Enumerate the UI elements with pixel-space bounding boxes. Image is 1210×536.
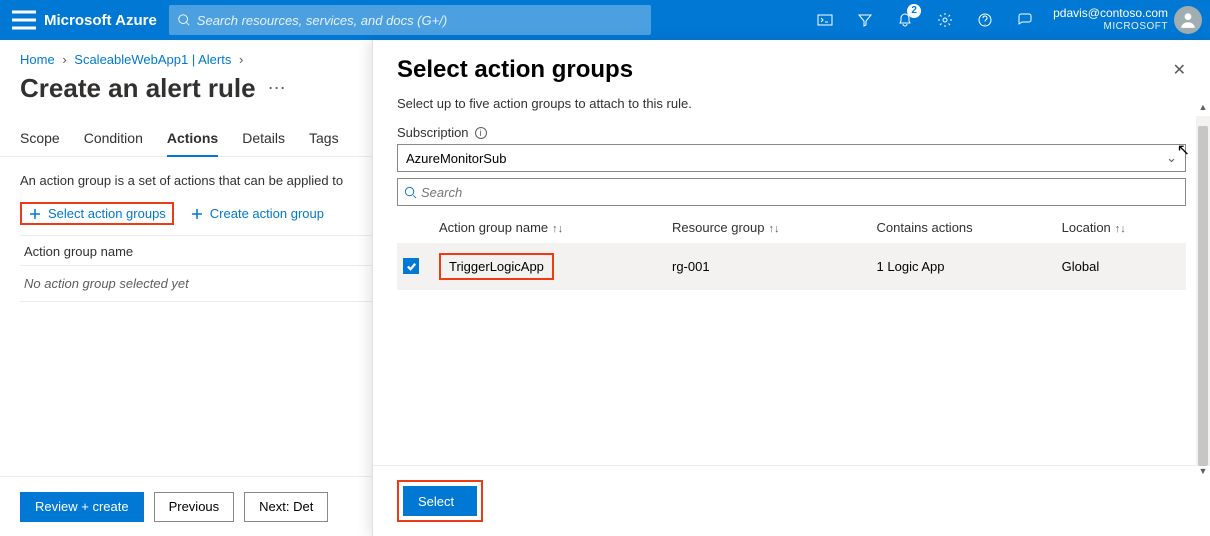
col-rg[interactable]: Resource group↑↓ (666, 212, 871, 243)
col-contains[interactable]: Contains actions (871, 212, 1056, 243)
previous-button[interactable]: Previous (154, 492, 235, 522)
plus-icon (28, 207, 42, 221)
action-group-search[interactable] (397, 178, 1186, 206)
action-groups-table: Action group name↑↓ Resource group↑↓ Con… (397, 212, 1186, 290)
info-icon[interactable]: i (475, 127, 487, 139)
tab-actions[interactable]: Actions (167, 122, 218, 156)
checkbox-checked[interactable] (403, 258, 419, 274)
hamburger-icon[interactable] (8, 4, 40, 36)
resource-group-cell: rg-001 (666, 243, 871, 290)
subscription-select[interactable]: AzureMonitorSub ⌄ (397, 144, 1186, 172)
user-email: pdavis@contoso.com (1053, 6, 1168, 20)
search-icon (177, 13, 191, 27)
select-action-groups-button[interactable]: Select action groups (20, 202, 174, 225)
notifications-icon[interactable]: 2 (885, 0, 925, 40)
location-cell: Global (1056, 243, 1186, 290)
directory-filter-icon[interactable] (845, 0, 885, 40)
tab-details[interactable]: Details (242, 122, 285, 156)
cloud-shell-icon[interactable] (805, 0, 845, 40)
panel-scrollbar[interactable]: ▲ ▼ (1196, 116, 1210, 466)
select-action-groups-panel: Select action groups ✕ Select up to five… (372, 40, 1210, 536)
create-action-group-button[interactable]: Create action group (182, 202, 332, 225)
subscription-value: AzureMonitorSub (406, 151, 506, 166)
action-group-name-cell: TriggerLogicApp (439, 253, 554, 280)
panel-title: Select action groups (397, 56, 1173, 84)
subscription-label: Subscription i (397, 125, 1186, 140)
scroll-down-icon[interactable]: ▼ (1196, 466, 1210, 480)
chevron-right-icon: › (62, 52, 66, 67)
table-row[interactable]: TriggerLogicApp rg-001 1 Logic App Globa… (397, 243, 1186, 290)
avatar[interactable] (1174, 6, 1202, 34)
sort-icon: ↑↓ (1115, 223, 1126, 235)
account-info[interactable]: pdavis@contoso.com MICROSOFT (1053, 6, 1168, 34)
search-icon (404, 186, 417, 199)
tab-scope[interactable]: Scope (20, 122, 60, 156)
chevron-down-icon: ⌄ (1166, 150, 1177, 166)
scroll-thumb[interactable] (1198, 126, 1208, 466)
page-title: Create an alert rule (20, 73, 256, 104)
next-button[interactable]: Next: Det (244, 492, 328, 522)
global-search[interactable] (169, 5, 651, 35)
notification-badge: 2 (907, 4, 921, 18)
settings-icon[interactable] (925, 0, 965, 40)
col-name[interactable]: Action group name↑↓ (433, 212, 666, 243)
plus-icon (190, 207, 204, 221)
tab-condition[interactable]: Condition (84, 122, 143, 156)
sort-icon: ↑↓ (552, 223, 563, 235)
more-actions-icon[interactable]: ⋯ (268, 78, 286, 99)
breadcrumb-item[interactable]: ScaleableWebApp1 | Alerts (74, 52, 231, 67)
close-icon[interactable]: ✕ (1173, 60, 1186, 80)
select-button[interactable]: Select (403, 486, 477, 516)
help-icon[interactable] (965, 0, 1005, 40)
action-group-search-input[interactable] (421, 185, 1179, 200)
chevron-right-icon: › (239, 52, 243, 67)
brand-label[interactable]: Microsoft Azure (44, 12, 157, 29)
feedback-icon[interactable] (1005, 0, 1045, 40)
azure-top-bar: Microsoft Azure 2 pdavis@contoso.com MIC… (0, 0, 1210, 40)
review-create-button[interactable]: Review + create (20, 492, 144, 522)
global-search-input[interactable] (197, 13, 643, 28)
panel-footer: Select (373, 465, 1210, 536)
tab-tags[interactable]: Tags (309, 122, 339, 156)
panel-help-text: Select up to five action groups to attac… (397, 96, 1186, 111)
breadcrumb-item[interactable]: Home (20, 52, 55, 67)
scroll-up-icon[interactable]: ▲ (1196, 102, 1210, 116)
contains-actions-cell: 1 Logic App (871, 243, 1056, 290)
user-org: MICROSOFT (1053, 20, 1168, 34)
col-location[interactable]: Location↑↓ (1056, 212, 1186, 243)
sort-icon: ↑↓ (769, 223, 780, 235)
